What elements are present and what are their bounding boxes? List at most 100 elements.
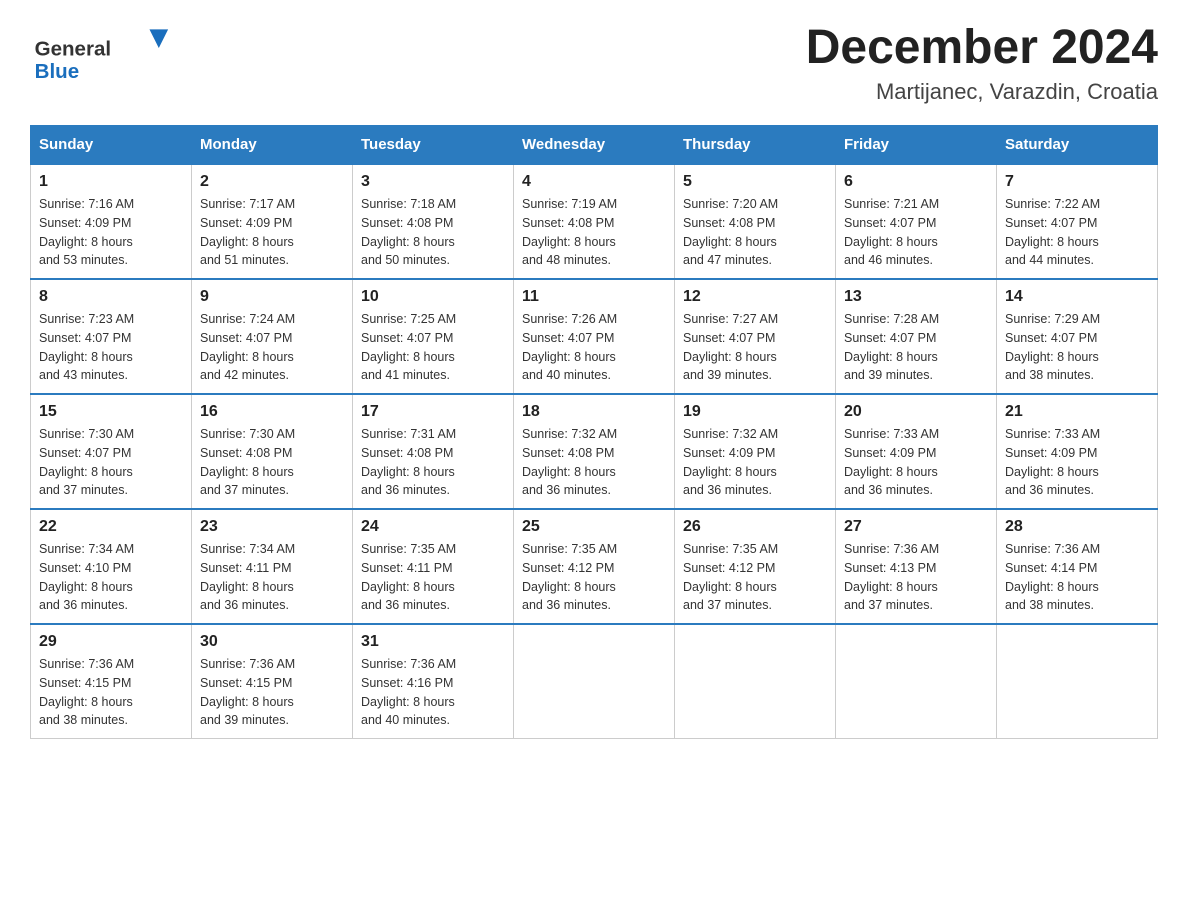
day-info: Sunrise: 7:30 AM Sunset: 4:08 PM Dayligh… <box>200 425 344 500</box>
day-number: 8 <box>39 288 183 306</box>
day-number: 6 <box>844 173 988 191</box>
day-number: 30 <box>200 633 344 651</box>
day-cell: 1 Sunrise: 7:16 AM Sunset: 4:09 PM Dayli… <box>31 164 192 279</box>
day-number: 2 <box>200 173 344 191</box>
day-cell: 30 Sunrise: 7:36 AM Sunset: 4:15 PM Dayl… <box>192 624 353 739</box>
day-cell: 4 Sunrise: 7:19 AM Sunset: 4:08 PM Dayli… <box>514 164 675 279</box>
day-cell <box>997 624 1158 739</box>
day-number: 17 <box>361 403 505 421</box>
day-cell: 8 Sunrise: 7:23 AM Sunset: 4:07 PM Dayli… <box>31 279 192 394</box>
day-number: 5 <box>683 173 827 191</box>
day-cell: 5 Sunrise: 7:20 AM Sunset: 4:08 PM Dayli… <box>675 164 836 279</box>
day-number: 15 <box>39 403 183 421</box>
day-number: 14 <box>1005 288 1149 306</box>
day-info: Sunrise: 7:24 AM Sunset: 4:07 PM Dayligh… <box>200 310 344 385</box>
week-row-1: 1 Sunrise: 7:16 AM Sunset: 4:09 PM Dayli… <box>31 164 1158 279</box>
day-number: 24 <box>361 518 505 536</box>
day-cell: 23 Sunrise: 7:34 AM Sunset: 4:11 PM Dayl… <box>192 509 353 624</box>
day-cell: 26 Sunrise: 7:35 AM Sunset: 4:12 PM Dayl… <box>675 509 836 624</box>
day-header-thursday: Thursday <box>675 126 836 165</box>
day-header-tuesday: Tuesday <box>353 126 514 165</box>
svg-text:Blue: Blue <box>35 60 79 83</box>
day-cell: 13 Sunrise: 7:28 AM Sunset: 4:07 PM Dayl… <box>836 279 997 394</box>
day-info: Sunrise: 7:33 AM Sunset: 4:09 PM Dayligh… <box>1005 425 1149 500</box>
day-info: Sunrise: 7:21 AM Sunset: 4:07 PM Dayligh… <box>844 195 988 270</box>
day-number: 21 <box>1005 403 1149 421</box>
day-number: 23 <box>200 518 344 536</box>
day-info: Sunrise: 7:35 AM Sunset: 4:12 PM Dayligh… <box>683 540 827 615</box>
day-info: Sunrise: 7:29 AM Sunset: 4:07 PM Dayligh… <box>1005 310 1149 385</box>
logo-svg: General Blue <box>30 20 170 90</box>
week-row-3: 15 Sunrise: 7:30 AM Sunset: 4:07 PM Dayl… <box>31 394 1158 509</box>
svg-text:General: General <box>35 37 111 60</box>
day-info: Sunrise: 7:30 AM Sunset: 4:07 PM Dayligh… <box>39 425 183 500</box>
day-cell <box>836 624 997 739</box>
day-number: 29 <box>39 633 183 651</box>
day-cell: 16 Sunrise: 7:30 AM Sunset: 4:08 PM Dayl… <box>192 394 353 509</box>
week-row-5: 29 Sunrise: 7:36 AM Sunset: 4:15 PM Dayl… <box>31 624 1158 739</box>
week-row-4: 22 Sunrise: 7:34 AM Sunset: 4:10 PM Dayl… <box>31 509 1158 624</box>
day-number: 20 <box>844 403 988 421</box>
day-cell: 24 Sunrise: 7:35 AM Sunset: 4:11 PM Dayl… <box>353 509 514 624</box>
day-number: 1 <box>39 173 183 191</box>
day-info: Sunrise: 7:36 AM Sunset: 4:15 PM Dayligh… <box>39 655 183 730</box>
calendar-table: SundayMondayTuesdayWednesdayThursdayFrid… <box>30 125 1158 739</box>
day-cell: 21 Sunrise: 7:33 AM Sunset: 4:09 PM Dayl… <box>997 394 1158 509</box>
day-info: Sunrise: 7:18 AM Sunset: 4:08 PM Dayligh… <box>361 195 505 270</box>
day-number: 4 <box>522 173 666 191</box>
day-number: 9 <box>200 288 344 306</box>
day-number: 12 <box>683 288 827 306</box>
day-info: Sunrise: 7:32 AM Sunset: 4:08 PM Dayligh… <box>522 425 666 500</box>
day-info: Sunrise: 7:35 AM Sunset: 4:12 PM Dayligh… <box>522 540 666 615</box>
day-number: 22 <box>39 518 183 536</box>
day-info: Sunrise: 7:28 AM Sunset: 4:07 PM Dayligh… <box>844 310 988 385</box>
day-cell: 12 Sunrise: 7:27 AM Sunset: 4:07 PM Dayl… <box>675 279 836 394</box>
day-cell: 6 Sunrise: 7:21 AM Sunset: 4:07 PM Dayli… <box>836 164 997 279</box>
day-number: 27 <box>844 518 988 536</box>
day-number: 19 <box>683 403 827 421</box>
month-title: December 2024 <box>806 20 1158 75</box>
day-header-saturday: Saturday <box>997 126 1158 165</box>
day-info: Sunrise: 7:36 AM Sunset: 4:14 PM Dayligh… <box>1005 540 1149 615</box>
day-info: Sunrise: 7:23 AM Sunset: 4:07 PM Dayligh… <box>39 310 183 385</box>
day-number: 18 <box>522 403 666 421</box>
day-cell <box>514 624 675 739</box>
day-info: Sunrise: 7:33 AM Sunset: 4:09 PM Dayligh… <box>844 425 988 500</box>
day-cell: 7 Sunrise: 7:22 AM Sunset: 4:07 PM Dayli… <box>997 164 1158 279</box>
day-info: Sunrise: 7:34 AM Sunset: 4:10 PM Dayligh… <box>39 540 183 615</box>
day-info: Sunrise: 7:35 AM Sunset: 4:11 PM Dayligh… <box>361 540 505 615</box>
day-cell: 9 Sunrise: 7:24 AM Sunset: 4:07 PM Dayli… <box>192 279 353 394</box>
day-info: Sunrise: 7:32 AM Sunset: 4:09 PM Dayligh… <box>683 425 827 500</box>
logo: General Blue <box>30 20 170 90</box>
day-number: 10 <box>361 288 505 306</box>
day-cell: 11 Sunrise: 7:26 AM Sunset: 4:07 PM Dayl… <box>514 279 675 394</box>
day-info: Sunrise: 7:22 AM Sunset: 4:07 PM Dayligh… <box>1005 195 1149 270</box>
day-cell: 2 Sunrise: 7:17 AM Sunset: 4:09 PM Dayli… <box>192 164 353 279</box>
day-info: Sunrise: 7:16 AM Sunset: 4:09 PM Dayligh… <box>39 195 183 270</box>
day-cell: 25 Sunrise: 7:35 AM Sunset: 4:12 PM Dayl… <box>514 509 675 624</box>
day-header-monday: Monday <box>192 126 353 165</box>
day-cell: 19 Sunrise: 7:32 AM Sunset: 4:09 PM Dayl… <box>675 394 836 509</box>
day-info: Sunrise: 7:20 AM Sunset: 4:08 PM Dayligh… <box>683 195 827 270</box>
title-section: December 2024 Martijanec, Varazdin, Croa… <box>806 20 1158 105</box>
day-number: 13 <box>844 288 988 306</box>
day-info: Sunrise: 7:34 AM Sunset: 4:11 PM Dayligh… <box>200 540 344 615</box>
day-cell: 18 Sunrise: 7:32 AM Sunset: 4:08 PM Dayl… <box>514 394 675 509</box>
day-header-sunday: Sunday <box>31 126 192 165</box>
day-cell: 28 Sunrise: 7:36 AM Sunset: 4:14 PM Dayl… <box>997 509 1158 624</box>
day-info: Sunrise: 7:26 AM Sunset: 4:07 PM Dayligh… <box>522 310 666 385</box>
day-number: 11 <box>522 288 666 306</box>
day-cell: 15 Sunrise: 7:30 AM Sunset: 4:07 PM Dayl… <box>31 394 192 509</box>
day-info: Sunrise: 7:36 AM Sunset: 4:15 PM Dayligh… <box>200 655 344 730</box>
day-number: 7 <box>1005 173 1149 191</box>
day-cell: 10 Sunrise: 7:25 AM Sunset: 4:07 PM Dayl… <box>353 279 514 394</box>
day-number: 28 <box>1005 518 1149 536</box>
day-cell: 22 Sunrise: 7:34 AM Sunset: 4:10 PM Dayl… <box>31 509 192 624</box>
day-info: Sunrise: 7:36 AM Sunset: 4:13 PM Dayligh… <box>844 540 988 615</box>
day-number: 25 <box>522 518 666 536</box>
day-number: 26 <box>683 518 827 536</box>
page-header: General Blue December 2024 Martijanec, V… <box>30 20 1158 105</box>
day-cell <box>675 624 836 739</box>
location-title: Martijanec, Varazdin, Croatia <box>806 79 1158 105</box>
day-cell: 29 Sunrise: 7:36 AM Sunset: 4:15 PM Dayl… <box>31 624 192 739</box>
